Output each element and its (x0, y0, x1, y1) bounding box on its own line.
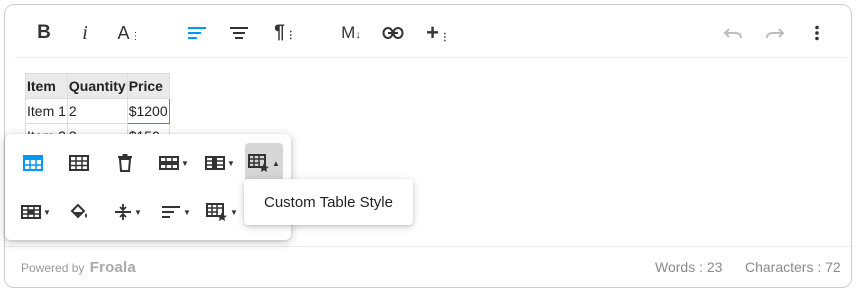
paragraph-format-icon: ¶⋮ (274, 22, 296, 44)
chevron-down-icon: ▼ (134, 207, 142, 217)
undo-icon (723, 28, 742, 39)
more-dots-icon: ⋮ (439, 32, 450, 43)
chevron-down-icon: ▼ (230, 207, 238, 217)
plus-glyph: + (426, 20, 439, 45)
more-dots-icon: ⋮ (285, 30, 296, 41)
cell-background-button[interactable] (61, 194, 97, 230)
italic-icon: i (82, 21, 88, 44)
italic-button[interactable]: i (71, 13, 99, 53)
table-cell[interactable]: Item 1 (25, 98, 68, 124)
table-cells-button[interactable]: ▼ (15, 194, 57, 230)
powered-by[interactable]: Powered by Froala (21, 259, 136, 276)
table-style-icon (248, 154, 270, 172)
align-center-icon (230, 27, 248, 39)
selected-table-cell[interactable]: $1200 (126, 98, 170, 124)
editor-footer: Powered by Froala Words : 23 Characters … (5, 246, 851, 287)
paragraph-glyph: ¶ (274, 22, 285, 43)
table-row: Item 1 2 $1200 (25, 98, 170, 124)
insert-more-button[interactable]: +⋮ (419, 13, 451, 53)
cell-style-icon (206, 203, 228, 221)
table-cell[interactable]: 2 (66, 98, 128, 124)
redo-button[interactable] (761, 13, 789, 53)
table-style-button[interactable]: ▲ (245, 143, 283, 183)
custom-table-style-option[interactable]: Custom Table Style (244, 194, 393, 211)
chevron-up-icon: ▲ (272, 158, 280, 168)
redo-icon (766, 28, 785, 39)
more-button[interactable] (805, 13, 829, 53)
text-size-glyph: A (117, 22, 130, 43)
markdown-icon: M↓ (341, 23, 361, 42)
paragraph-format-button[interactable]: ¶⋮ (267, 13, 297, 53)
table-columns-icon (205, 156, 226, 170)
editor-toolbar: B i A⋮ ¶⋮ M↓ +⋮ (15, 13, 847, 58)
word-count: Words : 23 (655, 259, 723, 275)
chevron-down-icon: ▼ (181, 158, 189, 168)
font-size-button[interactable]: A⋮ (111, 13, 141, 53)
vertical-align-button[interactable]: ▼ (107, 194, 149, 230)
remove-table-button[interactable] (107, 145, 143, 181)
table-header-icon (23, 155, 43, 171)
align-left-button[interactable] (183, 13, 211, 53)
table-icon (69, 155, 89, 171)
table-columns-button[interactable]: ▼ (199, 145, 241, 181)
table-style-dropdown: Custom Table Style (244, 179, 413, 225)
link-icon (382, 27, 404, 39)
link-button[interactable] (379, 13, 407, 53)
trash-icon (118, 154, 132, 172)
more-dots-icon: ⋮ (130, 30, 141, 42)
bold-button[interactable]: B (29, 13, 59, 53)
table-header-row: Item Quantity Price (25, 73, 170, 99)
markdown-button[interactable]: M↓ (337, 13, 365, 53)
more-icon (815, 25, 819, 41)
plus-icon: +⋮ (426, 20, 450, 46)
froala-logo: Froala (89, 259, 136, 276)
table-header-cell[interactable]: Quantity (66, 73, 128, 99)
align-center-button[interactable] (225, 13, 253, 53)
powered-by-label: Powered by (21, 261, 85, 275)
text-size-icon: A⋮ (117, 22, 141, 44)
cell-background-icon (70, 203, 87, 219)
table-header-button[interactable] (15, 145, 51, 181)
table-cells-icon (21, 205, 42, 219)
table-rows-button[interactable]: ▼ (153, 145, 195, 181)
table-header-cell[interactable]: Price (126, 73, 170, 99)
markdown-glyph: M (341, 23, 356, 42)
chevron-down-icon: ▼ (183, 207, 191, 217)
table-header-cell[interactable]: Item (25, 73, 68, 99)
horizontal-align-icon (162, 206, 181, 218)
bold-icon: B (37, 22, 51, 43)
cell-style-button[interactable]: ▼ (201, 194, 243, 230)
chevron-down-icon: ▼ (227, 158, 235, 168)
table-rows-icon (159, 156, 180, 170)
character-count: Characters : 72 (745, 259, 841, 275)
vertical-align-icon (115, 204, 132, 220)
align-left-icon (188, 27, 206, 39)
table-footer-button[interactable] (61, 145, 97, 181)
horizontal-align-button[interactable]: ▼ (155, 194, 197, 230)
chevron-down-icon: ▼ (43, 207, 51, 217)
undo-button[interactable] (719, 13, 747, 53)
